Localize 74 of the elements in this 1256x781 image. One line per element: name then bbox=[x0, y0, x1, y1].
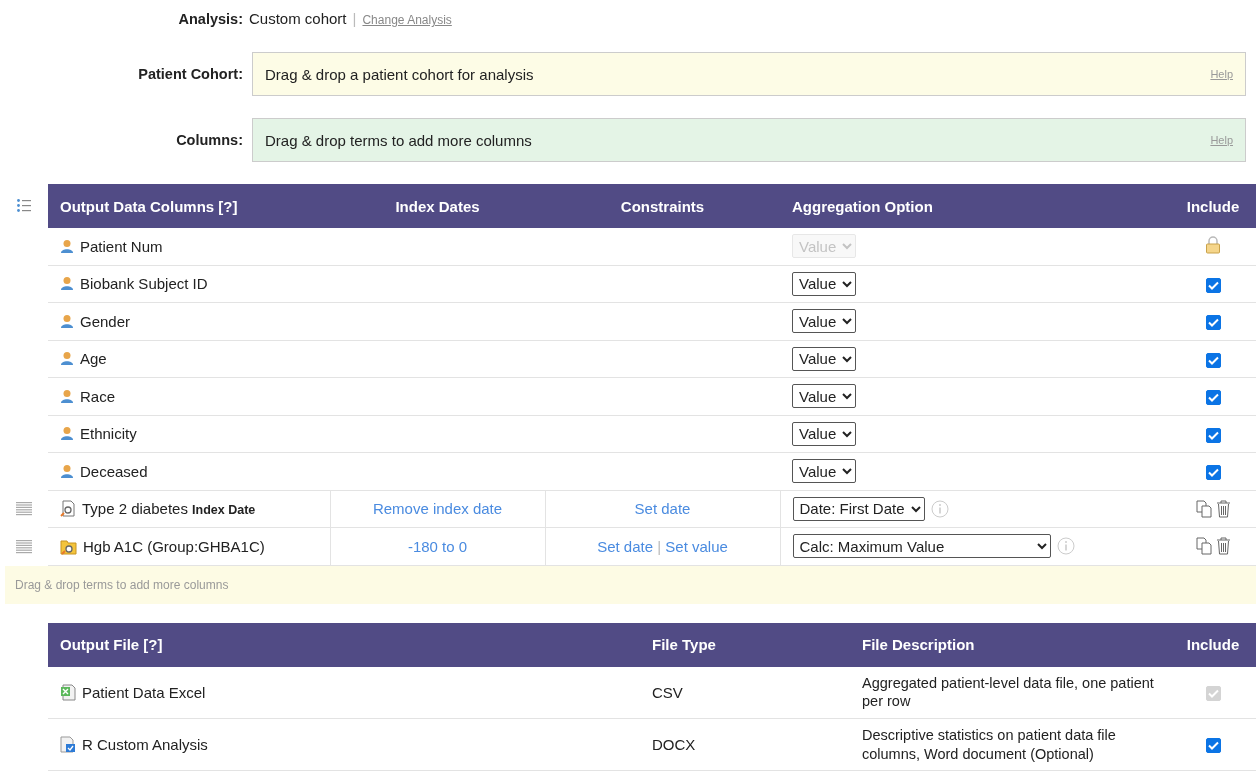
column-name: Ethnicity bbox=[80, 425, 137, 443]
column-name: Race bbox=[80, 387, 116, 405]
index-date-link[interactable]: Remove index date bbox=[372, 500, 503, 518]
copy-icon[interactable] bbox=[1195, 537, 1212, 556]
person-icon bbox=[60, 276, 74, 292]
document-icon bbox=[60, 500, 76, 518]
aggregation-select[interactable]: Value bbox=[792, 346, 856, 371]
analysis-value: Custom cohort bbox=[249, 10, 347, 27]
aggregation-select[interactable]: Date: First Date bbox=[792, 496, 925, 521]
person-icon bbox=[60, 351, 74, 367]
include-checkbox[interactable] bbox=[1205, 352, 1221, 368]
analysis-label: Analysis: bbox=[177, 11, 243, 27]
person-icon bbox=[60, 463, 74, 479]
aggregation-select[interactable]: Value bbox=[792, 384, 856, 409]
trash-icon[interactable] bbox=[1215, 499, 1231, 518]
column-header: Output Data Columns [?] bbox=[48, 184, 330, 228]
drop-zone-text: Drag & drop a patient cohort for analysis bbox=[265, 65, 534, 83]
column-name: Biobank Subject ID bbox=[80, 275, 208, 293]
drop-zone[interactable]: Drag & drop a patient cohort for analysis Help bbox=[252, 52, 1246, 96]
include-checkbox[interactable] bbox=[1205, 427, 1221, 443]
drag-handle-icon[interactable] bbox=[16, 539, 32, 554]
column-header: Index Dates bbox=[330, 184, 545, 228]
person-icon bbox=[60, 388, 74, 404]
copy-icon[interactable] bbox=[1195, 499, 1212, 518]
index-date-link[interactable]: -180 to 0 bbox=[407, 537, 468, 555]
folder-icon bbox=[60, 537, 77, 555]
column-header: File Type bbox=[640, 622, 850, 667]
separator: | bbox=[657, 537, 662, 555]
list-icon[interactable] bbox=[17, 199, 31, 213]
column-name: Age bbox=[80, 350, 107, 368]
separator: | bbox=[352, 10, 357, 27]
column-header: Include bbox=[1170, 184, 1256, 228]
include-checkbox[interactable] bbox=[1205, 315, 1221, 330]
file-type: CSV bbox=[652, 683, 683, 701]
column-header: Aggregation Option bbox=[780, 184, 1170, 228]
file-type: DOCX bbox=[652, 736, 696, 753]
column-name: Gender bbox=[80, 312, 131, 330]
person-icon bbox=[60, 426, 74, 442]
include-checkbox[interactable] bbox=[1205, 738, 1221, 754]
drop-zone[interactable]: Drag & drop terms to add more columns Help bbox=[252, 118, 1246, 162]
drag-handle-icon[interactable] bbox=[16, 502, 32, 517]
include-checkbox[interactable] bbox=[1205, 390, 1221, 405]
column-name: Type 2 diabetes Index Date bbox=[82, 500, 256, 518]
aggregation-select[interactable]: Calc: Maximum Value bbox=[792, 534, 1051, 559]
column-header: Constraints bbox=[545, 184, 780, 228]
aggregation-select[interactable]: Value bbox=[792, 421, 856, 446]
person-icon bbox=[60, 238, 74, 254]
spreadsheet-icon bbox=[60, 683, 76, 701]
column-header: Output File [?] bbox=[48, 622, 640, 667]
drop-hint: Drag & drop terms to add more columns bbox=[15, 577, 229, 592]
include-checkbox[interactable] bbox=[1205, 277, 1221, 293]
column-header: File Description bbox=[850, 622, 1170, 667]
column-name: Hgb A1C (Group:GHBA1C) bbox=[83, 537, 265, 555]
trash-icon[interactable] bbox=[1215, 537, 1231, 556]
drop-zone-text: Drag & drop terms to add more columns bbox=[265, 131, 532, 149]
drop-zone-label: Patient Cohort: bbox=[137, 66, 243, 82]
output-file-name: Patient Data Excel bbox=[82, 683, 206, 701]
document-icon bbox=[60, 736, 76, 753]
constraint-link[interactable]: Set value bbox=[665, 537, 728, 555]
file-description: Aggregated patient-level data file, one patient per row bbox=[862, 674, 1154, 710]
drop-zone-label: Columns: bbox=[175, 132, 243, 148]
column-name: Deceased bbox=[80, 462, 148, 480]
include-checkbox[interactable] bbox=[1205, 465, 1221, 480]
change-analysis-link[interactable]: Change Analysis bbox=[362, 13, 452, 27]
person-icon bbox=[60, 313, 74, 329]
aggregation-select[interactable]: Value bbox=[792, 309, 856, 334]
constraint-link[interactable]: Set date bbox=[634, 500, 691, 518]
column-header: Include bbox=[1170, 622, 1256, 667]
aggregation-select[interactable]: Value bbox=[792, 271, 856, 296]
constraint-link[interactable]: Set date bbox=[597, 537, 654, 555]
column-name: Patient Num bbox=[80, 237, 163, 255]
aggregation-select[interactable]: Value bbox=[792, 459, 856, 484]
file-description: Descriptive statistics on patient data file columns, Word document (Optional) bbox=[862, 727, 1116, 762]
output-file-name: R Custom Analysis bbox=[82, 736, 208, 753]
